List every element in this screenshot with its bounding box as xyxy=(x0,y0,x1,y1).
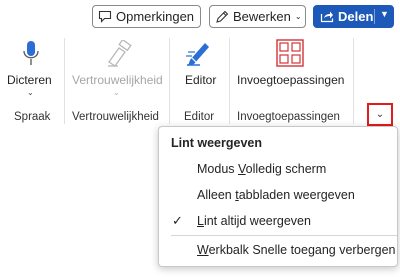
group-divider xyxy=(169,38,170,124)
group-label-speech: Spraak xyxy=(14,111,51,123)
sensitivity-icon xyxy=(106,38,132,71)
ribbon-display-menu: Lint weergeven Modus Volledig scherm All… xyxy=(158,126,398,267)
checkmark-icon: ✓ xyxy=(172,213,183,228)
menu-title: Lint weergeven xyxy=(171,136,262,150)
group-divider xyxy=(353,38,354,124)
add-ins-button[interactable]: Invoegtoepassingen xyxy=(233,34,349,106)
edit-mode-button[interactable]: Bewerken ⌄ xyxy=(209,5,306,28)
pencil-icon xyxy=(215,10,229,24)
ribbon: Dicteren ⌄ Spraak Vertrouwelijkheid ⌄ Ve… xyxy=(0,34,400,130)
ribbon-display-options-button[interactable]: ⌄ xyxy=(367,103,393,126)
menu-item-always-show-ribbon[interactable]: ✓ Lint altijd weergeven xyxy=(159,209,397,233)
group-label-add-ins: Invoegtoepassingen xyxy=(237,111,340,123)
sensitivity-label: Vertrouwelijkheid xyxy=(72,73,163,87)
sensitivity-chevron-down-icon[interactable]: ⌄ xyxy=(113,88,120,97)
menu-item-show-tabs-only[interactable]: Alleen tabbladen weergeven xyxy=(159,183,397,207)
chevron-down-icon: ⌄ xyxy=(375,109,385,120)
editor-pen-icon xyxy=(184,38,214,71)
top-command-bar: Opmerkingen Bewerken ⌄ Delen ▼ xyxy=(0,0,400,34)
share-split-divider xyxy=(374,9,375,24)
menu-item-hide-quick-access-toolbar[interactable]: Werkbalk Snelle toegang verbergen xyxy=(159,238,397,262)
comment-icon xyxy=(98,10,112,23)
comments-button[interactable]: Opmerkingen xyxy=(92,5,201,28)
share-button-label: Delen xyxy=(338,9,374,24)
menu-divider xyxy=(171,235,397,236)
share-icon xyxy=(320,10,334,23)
editor-label: Editor xyxy=(185,73,217,87)
chevron-down-icon: ⌄ xyxy=(294,12,302,21)
add-ins-label: Invoegtoepassingen xyxy=(237,73,345,87)
editor-button[interactable]: Editor xyxy=(174,34,224,106)
group-label-editor: Editor xyxy=(184,111,215,123)
group-label-sensitivity: Vertrouwelijkheid xyxy=(72,111,159,123)
microphone-icon xyxy=(22,40,40,71)
menu-item-full-screen-mode[interactable]: Modus Volledig scherm xyxy=(159,157,397,181)
share-chevron-down-icon[interactable]: ▼ xyxy=(380,9,389,19)
edit-button-label: Bewerken xyxy=(233,9,291,24)
share-button[interactable]: Delen ▼ xyxy=(313,5,394,28)
group-divider xyxy=(229,38,230,124)
dictate-chevron-down-icon[interactable]: ⌄ xyxy=(27,88,34,97)
dictate-label: Dicteren xyxy=(7,73,52,87)
group-divider xyxy=(64,38,65,124)
sensitivity-button[interactable]: Vertrouwelijkheid ⌄ xyxy=(68,34,168,106)
dictate-button[interactable]: Dicteren ⌄ xyxy=(3,34,59,106)
add-ins-grid-icon xyxy=(276,39,304,70)
comments-button-label: Opmerkingen xyxy=(116,9,195,24)
